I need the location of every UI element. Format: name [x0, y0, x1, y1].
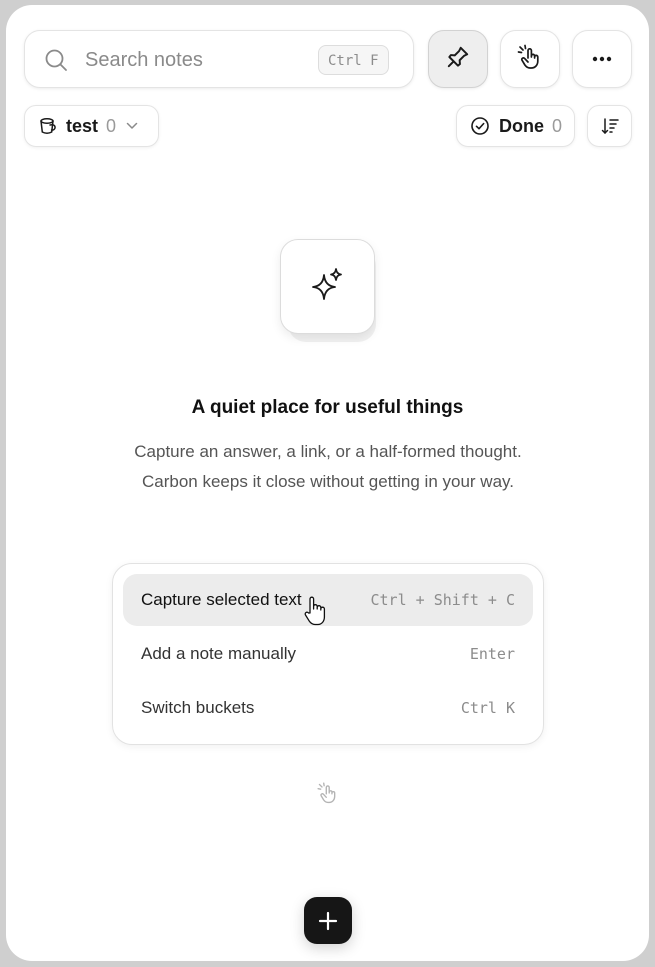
sort-icon	[600, 116, 620, 136]
action-add-note-manually[interactable]: Add a note manually Enter	[123, 628, 533, 680]
search-input[interactable]	[83, 41, 307, 79]
action-shortcut: Ctrl + Shift + C	[370, 591, 516, 609]
more-horizontal-icon	[591, 50, 613, 68]
done-filter-label: Done	[499, 115, 544, 136]
sparkles-icon	[310, 266, 346, 307]
pin-button[interactable]	[428, 30, 488, 88]
pin-icon	[445, 44, 471, 75]
more-button[interactable]	[572, 30, 632, 88]
empty-state-card	[280, 239, 375, 334]
quick-actions-menu: Capture selected text Ctrl + Shift + C A…	[112, 563, 544, 745]
search-shortcut-badge: Ctrl F	[318, 45, 389, 75]
search-bar[interactable]: Ctrl F	[24, 30, 414, 88]
check-circle-icon	[470, 116, 490, 136]
capture-gesture-button[interactable]	[500, 30, 560, 88]
hand-pointer-sparkle-icon	[316, 780, 340, 811]
search-icon	[44, 48, 68, 72]
bucket-name: test	[66, 115, 99, 136]
bucket-icon	[39, 117, 57, 135]
sort-button[interactable]	[587, 105, 632, 147]
add-note-button[interactable]	[304, 897, 352, 944]
action-label: Capture selected text	[141, 590, 302, 609]
bucket-count: 0	[106, 115, 117, 136]
hand-pointer-sparkle-icon	[516, 43, 544, 76]
action-label: Switch buckets	[141, 698, 255, 717]
bucket-selector[interactable]: test 0	[24, 105, 159, 147]
plus-icon	[318, 911, 338, 931]
done-filter-count: 0	[552, 115, 563, 136]
carbon-notes-window: Ctrl F	[6, 5, 649, 961]
action-shortcut: Enter	[469, 645, 515, 663]
chevron-down-icon	[126, 122, 138, 130]
hand-cursor-icon	[303, 595, 329, 632]
action-label: Add a note manually	[141, 644, 296, 663]
action-shortcut: Ctrl K	[460, 699, 515, 717]
empty-state-description: Capture an answer, a link, or a half-for…	[134, 442, 522, 491]
action-switch-buckets[interactable]: Switch buckets Ctrl K	[123, 682, 533, 734]
empty-state-title: A quiet place for useful things	[191, 397, 464, 418]
done-filter-button[interactable]: Done 0	[456, 105, 575, 147]
